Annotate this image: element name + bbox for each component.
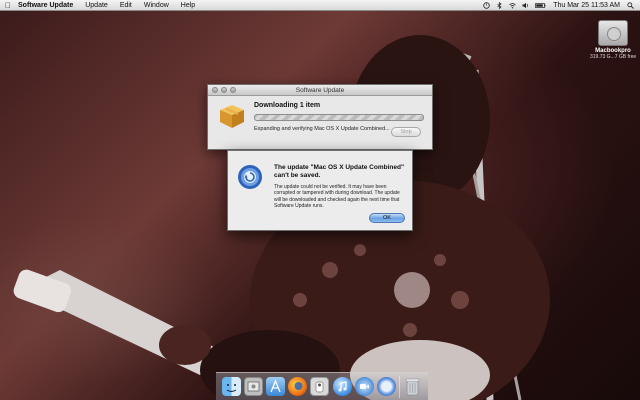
menu-update[interactable]: Update xyxy=(79,0,114,11)
hard-drive-icon[interactable] xyxy=(598,20,628,46)
download-status-text: Expanding and verifying Mac OS X Update … xyxy=(254,126,390,132)
wifi-icon[interactable] xyxy=(509,2,516,9)
menu-app-name[interactable]: Software Update xyxy=(16,0,79,11)
window-title: Software Update xyxy=(295,87,345,94)
download-progress-bar xyxy=(254,114,424,121)
volume-icon[interactable] xyxy=(522,2,529,9)
zoom-window-button[interactable] xyxy=(230,87,236,93)
desktop-drive[interactable]: Macbookpro 319.73 G...7 GB free xyxy=(590,20,636,60)
error-alert-sheet: The update "Mac OS X Update Combined" ca… xyxy=(227,150,413,231)
itunes-icon[interactable] xyxy=(332,377,352,396)
bluetooth-icon[interactable] xyxy=(496,1,503,9)
stop-button[interactable]: Stop xyxy=(391,127,421,137)
menu-bar:  Software Update Update Edit Window Hel… xyxy=(0,0,640,11)
drive-info: 319.73 G...7 GB free xyxy=(590,54,637,60)
minimize-window-button[interactable] xyxy=(221,87,227,93)
dock xyxy=(216,372,428,400)
software-update-icon xyxy=(238,165,262,189)
software-update-dock-icon[interactable] xyxy=(376,377,396,396)
alert-message: The update could not be verified. It may… xyxy=(274,184,400,210)
menu-help[interactable]: Help xyxy=(175,0,201,11)
iphoto-icon[interactable] xyxy=(310,377,330,396)
dock-divider xyxy=(399,375,401,398)
trash-icon[interactable] xyxy=(403,377,422,396)
ok-button[interactable]: OK xyxy=(369,213,405,223)
menu-edit[interactable]: Edit xyxy=(114,0,138,11)
menu-window[interactable]: Window xyxy=(138,0,175,11)
close-window-button[interactable] xyxy=(212,87,218,93)
download-heading: Downloading 1 item xyxy=(254,102,321,109)
app-store-icon[interactable] xyxy=(265,377,285,396)
time-machine-icon[interactable] xyxy=(483,1,490,9)
software-update-window: Software Update Downloading 1 item Expan… xyxy=(207,84,433,150)
firefox-icon[interactable] xyxy=(288,377,308,396)
window-titlebar[interactable]: Software Update xyxy=(208,85,432,96)
finder-icon[interactable] xyxy=(221,377,241,396)
menu-clock[interactable]: Thu Mar 25 11:53 AM xyxy=(549,0,624,11)
spotlight-icon[interactable] xyxy=(627,1,634,9)
preview-icon[interactable] xyxy=(243,377,263,396)
facetime-icon[interactable] xyxy=(354,377,374,396)
battery-icon[interactable] xyxy=(535,2,546,9)
package-icon xyxy=(220,105,244,128)
apple-icon[interactable]:  xyxy=(0,1,16,10)
alert-title: The update "Mac OS X Update Combined" ca… xyxy=(274,164,405,179)
